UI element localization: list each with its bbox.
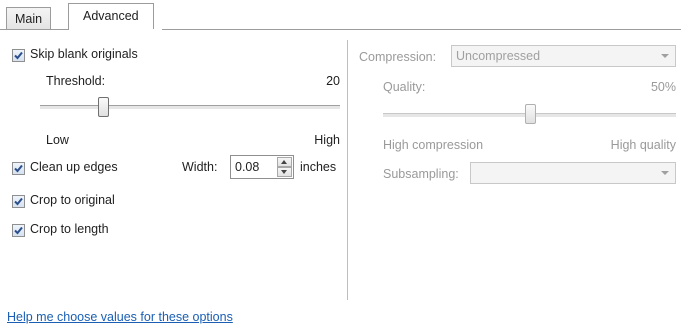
width-input[interactable]: 0.08 [235,160,259,174]
threshold-high-label: High [314,133,340,147]
clean-edges-label[interactable]: Clean up edges [30,160,118,174]
crop-length-label[interactable]: Crop to length [30,222,109,236]
threshold-value: 20 [326,74,340,88]
checkmark-icon [14,164,23,173]
width-label: Width: [182,160,218,174]
quality-high-label: High quality [610,138,676,152]
quality-low-label: High compression [383,138,484,152]
checkmark-icon [14,51,23,60]
compression-label: Compression: [359,50,437,64]
compression-select[interactable]: Uncompressed [451,45,676,67]
stepper-up-button[interactable] [277,157,292,167]
checkmark-icon [14,226,23,235]
column-divider [347,40,348,300]
threshold-slider-track[interactable] [40,105,340,110]
threshold-label: Threshold: [46,74,106,88]
chevron-down-icon [661,171,669,175]
compression-select-value: Uncompressed [456,49,541,63]
quality-label: Quality: [383,80,426,94]
chevron-down-icon [281,170,287,174]
checkmark-icon [14,197,23,206]
active-tab-gap [69,29,162,30]
crop-original-checkbox[interactable] [12,195,25,208]
skip-blank-checkbox[interactable] [12,49,25,62]
crop-length-checkbox[interactable] [12,224,25,237]
clean-edges-checkbox[interactable] [12,162,25,175]
width-stepper[interactable]: 0.08 [230,155,294,179]
tab-main[interactable]: Main [6,7,52,29]
subsampling-select[interactable] [470,162,676,184]
crop-original-label[interactable]: Crop to original [30,193,115,207]
threshold-low-label: Low [46,133,69,147]
tab-advanced[interactable]: Advanced [68,3,154,30]
help-link[interactable]: Help me choose values for these options [7,310,233,324]
chevron-down-icon [661,54,669,58]
quality-value: 50% [650,80,676,94]
chevron-up-icon [281,160,287,164]
stepper-down-button[interactable] [277,167,292,177]
width-unit-label: inches [300,160,337,174]
subsampling-label: Subsampling: [383,167,459,181]
threshold-slider-thumb[interactable] [98,97,109,117]
quality-slider-thumb[interactable] [524,104,536,124]
skip-blank-label[interactable]: Skip blank originals [30,47,138,61]
